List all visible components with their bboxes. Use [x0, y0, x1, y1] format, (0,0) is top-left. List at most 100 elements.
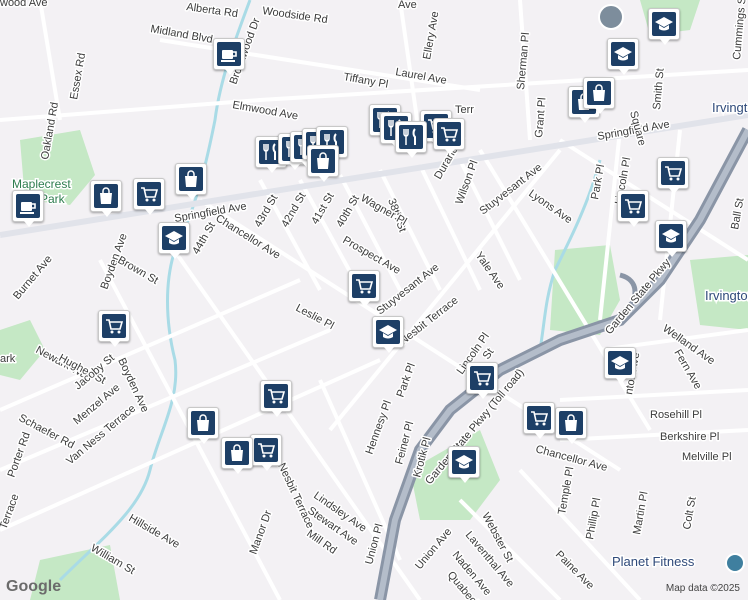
school-marker[interactable] — [655, 220, 687, 257]
place-label: Maplecrest — [12, 177, 71, 191]
grocery-icon — [665, 166, 683, 181]
business-label: Planet Fitness — [612, 554, 695, 569]
shopping-icon — [593, 84, 605, 101]
shopping-marker[interactable] — [555, 407, 587, 444]
street-label: Elmwood Ave — [231, 99, 299, 122]
grocery-icon — [258, 443, 276, 458]
cafe-marker[interactable] — [12, 190, 44, 227]
cafe-icon — [20, 202, 36, 214]
grocery-icon — [441, 127, 459, 142]
map-attribution: Map data ©2025 — [665, 583, 740, 594]
shopping-marker[interactable] — [90, 180, 122, 217]
street-label: 42nd St — [279, 191, 308, 230]
street-label: Smith St — [651, 68, 667, 110]
grocery-marker[interactable] — [133, 178, 165, 215]
street-label: Cummings St — [731, 0, 748, 60]
street-label: Woodside Rd — [262, 5, 329, 26]
shopping-marker[interactable] — [175, 163, 207, 200]
street-label: Alberta Rd — [186, 1, 239, 20]
shopping-marker[interactable] — [187, 407, 219, 444]
street-label: Phillip Pl — [584, 497, 603, 541]
street-label: Wilson Pl — [454, 159, 481, 206]
street-label: Lyons Ave — [526, 188, 574, 227]
street-label: Hennesy Pl — [364, 399, 395, 456]
grocery-icon — [531, 411, 549, 426]
restaurant-icon — [403, 128, 416, 145]
shopping-icon — [185, 170, 197, 187]
shopping-marker[interactable] — [583, 77, 615, 114]
grocery-icon — [268, 389, 286, 404]
street-label: Grant Pl — [533, 97, 548, 138]
school-icon — [614, 47, 632, 61]
street-label: Ellery Ave — [421, 10, 441, 60]
school-marker[interactable] — [607, 38, 639, 75]
street-label: Union Ave — [413, 526, 454, 572]
google-logo: Google — [6, 578, 62, 595]
school-icon — [611, 356, 629, 370]
school-icon — [379, 325, 397, 339]
street-label: Martin Pl — [631, 491, 650, 536]
street-label: Burnet Ave — [11, 253, 55, 302]
shopping-icon — [317, 152, 329, 169]
grocery-icon — [474, 371, 492, 386]
grocery-marker[interactable] — [523, 402, 555, 439]
shopping-icon — [197, 414, 209, 431]
street-label: Ave — [398, 0, 417, 11]
street-label: Berkshire Pl — [660, 431, 719, 443]
street-label: Terrace — [0, 492, 21, 531]
school-marker[interactable] — [158, 222, 190, 259]
school-icon — [455, 455, 473, 469]
street-label: Manor Dr — [248, 509, 275, 556]
street-label: Nesbit Terrace — [275, 461, 316, 530]
cafe-icon — [221, 50, 237, 62]
shopping-icon — [100, 187, 112, 204]
grocery-icon — [356, 279, 374, 294]
street-label: Hillside Ave — [127, 512, 182, 551]
street-label: Nesbit Terrace — [397, 294, 460, 347]
shopping-marker[interactable] — [307, 145, 339, 182]
street-label: Melville Pl — [682, 451, 732, 463]
street-label: Porter Rd — [6, 431, 33, 479]
map-canvas[interactable]: Alberta Rd Woodside Rd Midland Blvd Broo… — [0, 0, 748, 600]
grocery-icon — [625, 199, 643, 214]
grocery-marker[interactable] — [98, 310, 130, 347]
school-marker[interactable] — [648, 8, 680, 45]
street-label: Park Pl — [589, 164, 607, 201]
place-label: Irvington — [712, 100, 748, 115]
place-label: Irvington — [705, 288, 748, 303]
street-label: ark — [0, 353, 16, 365]
restaurant-marker[interactable] — [395, 121, 427, 158]
street-label: Temple Pl — [556, 466, 576, 516]
grocery-marker[interactable] — [657, 157, 689, 194]
grocery-marker[interactable] — [617, 190, 649, 227]
school-icon — [655, 17, 673, 31]
school-icon — [662, 229, 680, 243]
street-label: Rosehill Pl — [650, 409, 702, 421]
fitness-icon[interactable] — [725, 553, 745, 573]
grocery-marker[interactable] — [260, 380, 292, 417]
street-label: Van Ness Terrace — [64, 403, 138, 468]
grocery-marker[interactable] — [466, 362, 498, 399]
street-label: Terr — [455, 104, 474, 116]
school-icon — [165, 231, 183, 245]
grocery-marker[interactable] — [348, 270, 380, 307]
gas-station-icon[interactable] — [598, 4, 624, 30]
street-label: Ball St — [729, 197, 746, 230]
street-label: wood Ave — [0, 0, 48, 9]
school-marker[interactable] — [372, 316, 404, 353]
cafe-marker[interactable] — [213, 38, 245, 75]
street-label: Chancellor Ave — [213, 212, 282, 261]
school-marker[interactable] — [448, 446, 480, 483]
street-label: Colt St — [681, 496, 699, 531]
grocery-icon — [141, 187, 159, 202]
grocery-icon — [106, 319, 124, 334]
street-label: Paine Ave — [553, 549, 596, 592]
street-label: Laurel Ave — [394, 66, 447, 87]
street-label: Park Pl — [395, 362, 418, 399]
school-marker[interactable] — [604, 347, 636, 384]
grocery-marker[interactable] — [250, 434, 282, 471]
grocery-marker[interactable] — [433, 118, 465, 155]
shopping-marker[interactable] — [221, 437, 253, 474]
street-label: Brown St — [116, 254, 161, 287]
street-label: Leslie Pl — [294, 302, 336, 332]
